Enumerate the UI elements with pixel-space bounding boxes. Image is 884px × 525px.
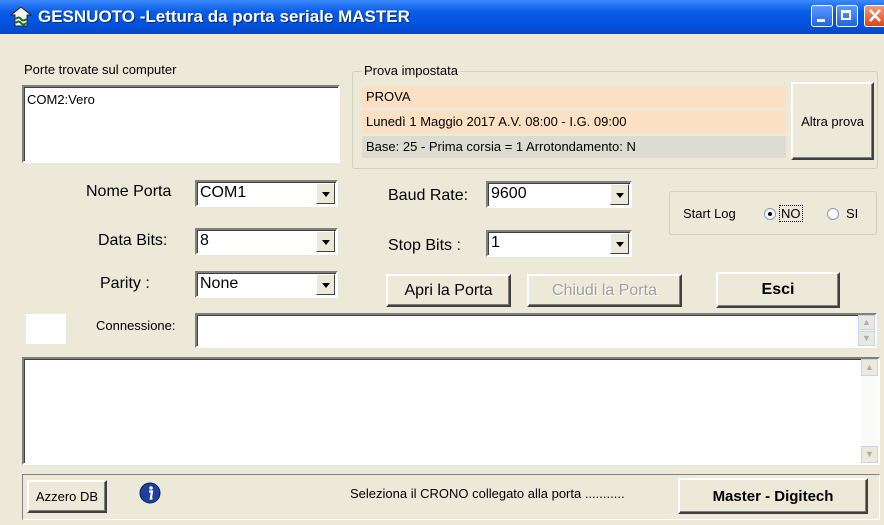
nome-porta-label: Nome Porta: [86, 183, 172, 200]
start-log-no-radio[interactable]: [764, 208, 776, 220]
chevron-down-icon[interactable]: [316, 183, 335, 204]
data-bits-select[interactable]: 8: [195, 228, 338, 255]
prova-base-line: Base: 25 - Prima corsia = 1 Arrotondamen…: [362, 136, 786, 158]
parity-select[interactable]: None: [195, 271, 338, 298]
app-logo-icon: [10, 6, 32, 27]
chiudi-porta-button[interactable]: Chiudi la Porta: [527, 274, 682, 307]
baud-rate-label: Baud Rate:: [388, 187, 469, 204]
data-bits-value: 8: [200, 232, 209, 249]
scroll-up-icon[interactable]: ▲: [861, 359, 878, 376]
maximize-button[interactable]: [836, 5, 858, 27]
nome-porta-value: COM1: [200, 184, 247, 201]
connessione-label: Connessione:: [96, 318, 176, 333]
scroll-down-icon[interactable]: ▼: [858, 331, 875, 346]
chevron-down-icon[interactable]: [610, 184, 629, 205]
nome-porta-select[interactable]: COM1: [195, 180, 338, 207]
start-log-si-label[interactable]: SI: [846, 206, 858, 221]
altra-prova-button[interactable]: Altra prova: [791, 82, 874, 160]
baud-rate-select[interactable]: 9600: [486, 181, 632, 208]
parity-value: None: [200, 275, 239, 292]
prova-name: PROVA: [362, 86, 786, 108]
start-log-label: Start Log: [683, 206, 736, 221]
prova-group-label: Prova impostata: [362, 63, 460, 78]
azzero-db-button[interactable]: Azzero DB: [27, 480, 107, 513]
apri-porta-button[interactable]: Apri la Porta: [386, 274, 511, 307]
baud-rate-value: 9600: [491, 185, 527, 202]
close-icon: [869, 9, 881, 22]
master-digitech-button[interactable]: Master - Digitech: [678, 478, 868, 514]
esci-button[interactable]: Esci: [716, 272, 840, 308]
scroll-down-icon[interactable]: ▼: [861, 446, 878, 463]
connessione-scrollbar[interactable]: ▲ ▼: [858, 315, 875, 346]
minimize-button[interactable]: [811, 5, 833, 27]
log-scrollbar[interactable]: ▲ ▼: [861, 359, 878, 463]
app-window: GESNUOTO -Lettura da porta seriale MASTE…: [0, 0, 884, 525]
title-bar[interactable]: GESNUOTO -Lettura da porta seriale MASTE…: [0, 0, 884, 34]
stop-bits-select[interactable]: 1: [486, 230, 632, 257]
stop-bits-value: 1: [491, 234, 500, 251]
ports-list[interactable]: COM2:Vero: [22, 85, 340, 163]
window-title: GESNUOTO -Lettura da porta seriale MASTE…: [38, 7, 410, 26]
log-textarea[interactable]: ▲ ▼: [22, 357, 880, 465]
stop-bits-label: Stop Bits :: [388, 237, 461, 254]
connessione-field[interactable]: ▲ ▼: [195, 313, 877, 348]
prova-date-line: Lunedì 1 Maggio 2017 A.V. 08:00 - I.G. 0…: [362, 111, 786, 133]
status-indicator: [26, 314, 66, 344]
chevron-down-icon[interactable]: [610, 233, 629, 254]
info-icon[interactable]: [139, 482, 161, 504]
chevron-down-icon[interactable]: [316, 231, 335, 252]
data-bits-label: Data Bits:: [98, 232, 168, 249]
status-message: Seleziona il CRONO collegato alla porta …: [350, 486, 625, 501]
start-log-no-label[interactable]: NO: [779, 205, 803, 222]
close-button[interactable]: [864, 5, 884, 27]
chevron-down-icon[interactable]: [316, 274, 335, 295]
start-log-si-radio[interactable]: [827, 208, 839, 220]
port-list-item[interactable]: COM2:Vero: [27, 92, 95, 107]
parity-label: Parity :: [100, 275, 150, 292]
scroll-up-icon[interactable]: ▲: [858, 315, 875, 330]
ports-group-label: Porte trovate sul computer: [24, 62, 177, 77]
